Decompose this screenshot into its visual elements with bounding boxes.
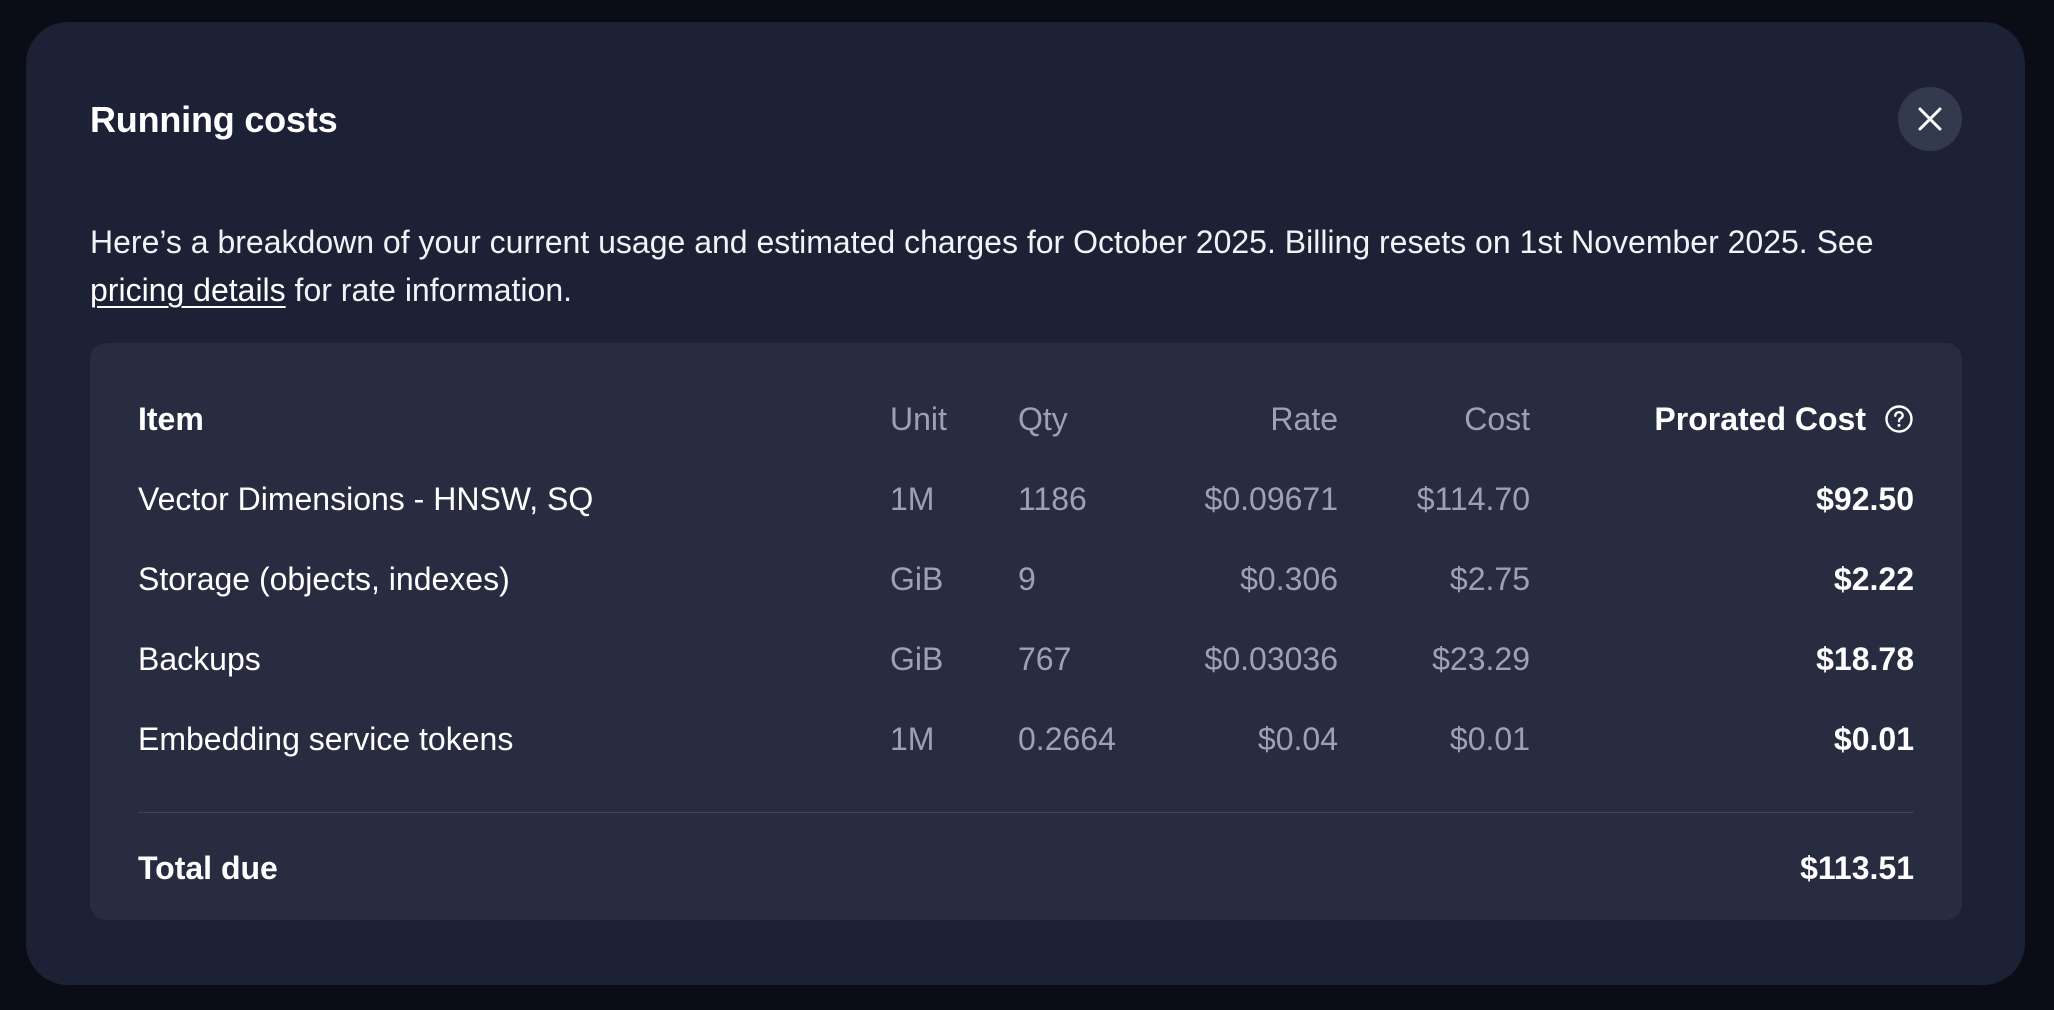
row-cost: $114.70 [1416,481,1530,517]
description-text-end: for rate information. [285,272,572,308]
row-rate: $0.04 [1257,721,1338,757]
row-rate: $0.306 [1240,561,1338,597]
table-row: Backups GiB 767 $0.03036 $23.29 $18.78 [138,635,1914,683]
row-item: Backups [138,641,261,677]
header-cost: Cost [1464,401,1530,437]
total-row: Total due $113.51 [138,844,1914,892]
table-header-row: Item Unit Qty Rate Cost Prorated Cost [138,395,1914,443]
costs-table: Item Unit Qty Rate Cost Prorated Cost Ve… [90,343,1962,920]
close-icon [1918,107,1942,131]
pricing-details-link[interactable]: pricing details [90,272,286,308]
total-value: $113.51 [1800,850,1914,886]
table-divider [138,812,1914,813]
row-qty: 9 [1018,561,1036,597]
table-row: Embedding service tokens 1M 0.2664 $0.04… [138,715,1914,763]
header-rate: Rate [1270,401,1338,437]
row-item: Embedding service tokens [138,721,514,757]
row-cost: $2.75 [1449,561,1530,597]
header-unit: Unit [890,401,947,437]
row-qty: 0.2664 [1018,721,1116,757]
row-unit: GiB [890,641,944,677]
header-prorated-cost-label: Prorated Cost [1654,401,1866,437]
running-costs-modal: Running costs Here’s a breakdown of your… [26,22,2025,985]
row-qty: 767 [1018,641,1072,677]
row-unit: 1M [890,481,935,517]
help-circle-icon[interactable] [1884,404,1914,434]
billing-description: Here’s a breakdown of your current usage… [90,218,1970,314]
header-prorated-cost: Prorated Cost [1654,395,1914,443]
row-item: Vector Dimensions - HNSW, SQ [138,481,594,517]
row-prorated-cost: $92.50 [1816,481,1914,517]
row-qty: 1186 [1018,481,1087,517]
table-row: Vector Dimensions - HNSW, SQ 1M 1186 $0.… [138,475,1914,523]
header-item: Item [138,401,204,437]
row-prorated-cost: $18.78 [1816,641,1914,677]
total-label: Total due [138,850,278,886]
modal-title: Running costs [90,99,338,140]
header-qty: Qty [1018,401,1068,437]
row-prorated-cost: $0.01 [1833,721,1914,757]
row-prorated-cost: $2.22 [1833,561,1914,597]
row-rate: $0.03036 [1204,641,1338,677]
row-unit: GiB [890,561,944,597]
table-row: Storage (objects, indexes) GiB 9 $0.306 … [138,555,1914,603]
row-item: Storage (objects, indexes) [138,561,510,597]
row-unit: 1M [890,721,935,757]
description-text: Here’s a breakdown of your current usage… [90,224,1874,260]
close-button[interactable] [1898,87,1962,151]
row-cost: $0.01 [1449,721,1530,757]
row-cost: $23.29 [1432,641,1530,677]
row-rate: $0.09671 [1204,481,1338,517]
